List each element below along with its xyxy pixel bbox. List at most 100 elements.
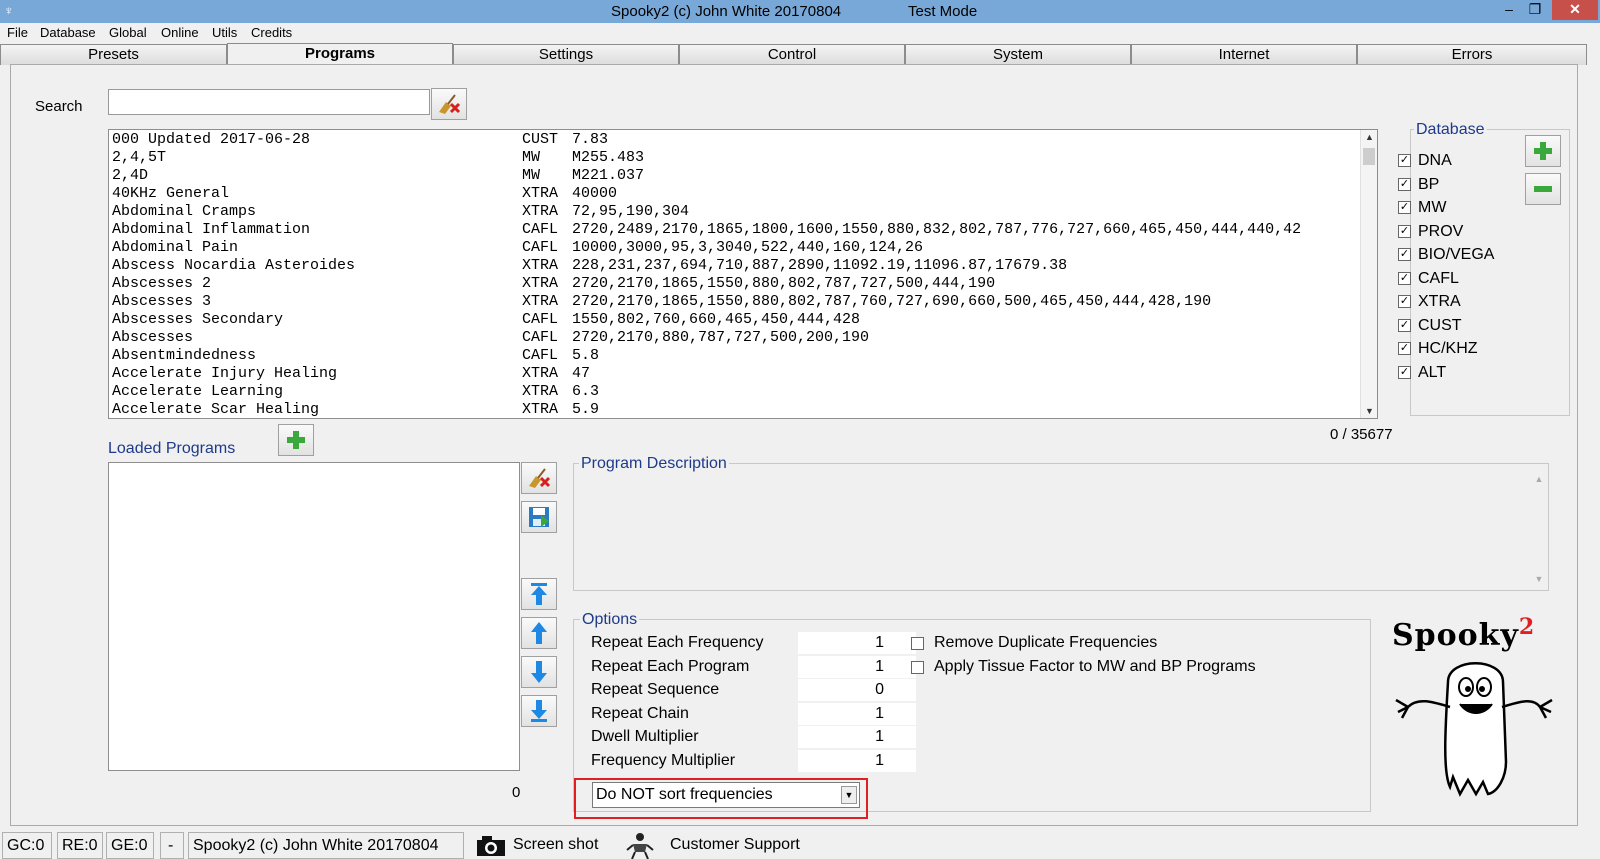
tissue-factor-option[interactable]: Apply Tissue Factor to MW and BP Program…: [911, 658, 1256, 676]
scroll-up-icon[interactable]: ▲: [1361, 132, 1377, 142]
save-button[interactable]: [521, 501, 557, 533]
database-checkbox[interactable]: ✓: [1398, 154, 1411, 167]
program-frequencies: 6.3: [572, 383, 600, 400]
remove-duplicates-option[interactable]: Remove Duplicate Frequencies: [911, 634, 1158, 652]
database-checkbox[interactable]: ✓: [1398, 271, 1411, 285]
database-option[interactable]: ✓ CAFL: [1398, 270, 1459, 288]
option-value-field[interactable]: 1: [798, 632, 916, 654]
tab-presets[interactable]: Presets: [0, 44, 227, 65]
status-gc: GC:0: [2, 832, 52, 859]
menu-credits[interactable]: Credits: [251, 25, 292, 40]
clear-loaded-button[interactable]: [521, 462, 557, 494]
program-row[interactable]: Abscess Nocardia Asteroides XTRA 228,231,2…: [112, 257, 1352, 275]
move-top-button[interactable]: [521, 578, 557, 610]
tab-settings[interactable]: Settings: [453, 44, 679, 65]
program-name: Abscesses: [112, 329, 194, 346]
remove-database-button[interactable]: [1525, 173, 1561, 205]
program-list[interactable]: 000 Updated 2017-06-28 CUST 7.83 2,4,5T MW M2…: [108, 129, 1378, 419]
option-value-field[interactable]: 1: [798, 749, 916, 772]
tab-errors[interactable]: Errors: [1357, 44, 1587, 65]
support-person-icon: [626, 833, 654, 859]
scroll-thumb[interactable]: [1363, 148, 1375, 165]
program-row[interactable]: Abscesses Secondary CAFL 1550,802,760,660,…: [112, 311, 1352, 329]
option-value-field[interactable]: 1: [798, 702, 916, 725]
close-button[interactable]: ✕: [1552, 0, 1598, 20]
program-description-box[interactable]: ▲ ▼: [573, 463, 1549, 591]
database-checkbox[interactable]: ✓: [1398, 342, 1411, 355]
remove-duplicates-label: Remove Duplicate Frequencies: [934, 634, 1158, 651]
database-checkbox[interactable]: ✓: [1398, 295, 1411, 308]
program-source: CAFL: [522, 311, 559, 328]
database-checkbox[interactable]: ✓: [1398, 248, 1411, 261]
database-option[interactable]: ✓ XTRA: [1398, 293, 1461, 311]
chevron-down-icon[interactable]: ▼: [841, 786, 857, 804]
status-dash: -: [160, 832, 184, 859]
program-row[interactable]: 40KHz General XTRA 40000: [112, 185, 1352, 203]
remove-duplicates-checkbox[interactable]: [911, 637, 924, 650]
tab-internet[interactable]: Internet: [1131, 44, 1357, 65]
sort-frequencies-value: Do NOT sort frequencies: [596, 786, 773, 803]
program-row[interactable]: Abdominal Inflammation CAFL 2720,2489,2170…: [112, 221, 1352, 239]
sort-frequencies-select[interactable]: Do NOT sort frequencies ▼: [592, 782, 860, 808]
database-option[interactable]: ✓ DNA: [1398, 152, 1452, 170]
program-list-scrollbar[interactable]: ▲ ▼: [1360, 130, 1377, 418]
menu-file[interactable]: File: [7, 25, 28, 40]
add-database-button[interactable]: [1525, 135, 1561, 167]
logo-sup: 2: [1518, 614, 1536, 640]
option-value-field[interactable]: 1: [798, 655, 916, 678]
add-program-button[interactable]: [278, 424, 314, 456]
database-option[interactable]: ✓ BIO/VEGA: [1398, 246, 1494, 264]
screenshot-button[interactable]: Screen shot: [474, 832, 604, 859]
move-up-button[interactable]: [521, 617, 557, 649]
database-option[interactable]: ✓ MW: [1398, 199, 1446, 217]
program-row[interactable]: 2,4D MW M221.037: [112, 167, 1352, 185]
tab-system[interactable]: System: [905, 44, 1131, 65]
clear-search-button[interactable]: [431, 88, 467, 120]
search-input[interactable]: [108, 89, 430, 115]
database-option[interactable]: ✓ PROV: [1398, 223, 1463, 241]
menu-online[interactable]: Online: [161, 25, 199, 40]
menu-global[interactable]: Global: [109, 25, 147, 40]
move-down-button[interactable]: [521, 656, 557, 688]
database-option[interactable]: ✓ CUST: [1398, 317, 1462, 335]
program-row[interactable]: 000 Updated 2017-06-28 CUST 7.83: [112, 131, 1352, 149]
maximize-button[interactable]: ❐: [1522, 0, 1548, 20]
tab-programs[interactable]: Programs: [227, 43, 453, 66]
scroll-down-icon[interactable]: ▼: [1532, 574, 1546, 584]
program-row[interactable]: Abscesses 2 XTRA 2720,2170,1865,1550,880,8…: [112, 275, 1352, 293]
scroll-down-icon[interactable]: ▼: [1361, 406, 1377, 416]
program-row[interactable]: Abscesses 3 XTRA 2720,2170,1865,1550,880,8…: [112, 293, 1352, 311]
option-value-field[interactable]: 1: [798, 726, 916, 748]
program-row[interactable]: Absentmindedness CAFL 5.8: [112, 347, 1352, 365]
program-row[interactable]: Abscesses CAFL 2720,2170,880,787,727,500,2…: [112, 329, 1352, 347]
minimize-button[interactable]: –: [1496, 0, 1522, 20]
menu-utils[interactable]: Utils: [212, 25, 237, 40]
database-checkbox[interactable]: ✓: [1398, 365, 1411, 379]
database-label: ALT: [1418, 363, 1447, 381]
program-row[interactable]: Accelerate Learning XTRA 6.3: [112, 383, 1352, 401]
program-row[interactable]: Accelerate Injury Healing XTRA 47: [112, 365, 1352, 383]
database-checkbox[interactable]: ✓: [1398, 201, 1411, 214]
database-checkbox[interactable]: ✓: [1398, 224, 1411, 238]
description-scrollbar[interactable]: ▲ ▼: [1532, 474, 1546, 584]
database-checkbox[interactable]: ✓: [1398, 177, 1411, 191]
program-row[interactable]: Accelerate Scar Healing XTRA 5.9: [112, 401, 1352, 418]
loaded-programs-list[interactable]: [108, 462, 520, 771]
option-value-field[interactable]: 0: [798, 679, 916, 701]
database-option[interactable]: ✓ HC/KHZ: [1398, 340, 1478, 358]
option-label: Frequency Multiplier: [591, 751, 736, 769]
program-row[interactable]: Abdominal Pain CAFL 10000,3000,95,3,3040,5…: [112, 239, 1352, 257]
menu-database[interactable]: Database: [40, 25, 96, 40]
scroll-up-icon[interactable]: ▲: [1532, 474, 1546, 484]
program-frequencies: 2720,2170,880,787,727,500,200,190: [572, 329, 870, 346]
program-row[interactable]: Abdominal Cramps XTRA 72,95,190,304: [112, 203, 1352, 221]
database-option[interactable]: ✓ ALT: [1398, 363, 1447, 382]
tab-control[interactable]: Control: [679, 44, 905, 65]
tissue-factor-label: Apply Tissue Factor to MW and BP Program…: [934, 658, 1256, 675]
move-bottom-button[interactable]: [521, 695, 557, 727]
database-checkbox[interactable]: ✓: [1398, 318, 1411, 332]
database-option[interactable]: ✓ BP: [1398, 176, 1439, 194]
tissue-factor-checkbox[interactable]: [911, 661, 924, 674]
program-row[interactable]: 2,4,5T MW M255.483: [112, 149, 1352, 167]
customer-support-button[interactable]: Customer Support: [622, 832, 822, 859]
